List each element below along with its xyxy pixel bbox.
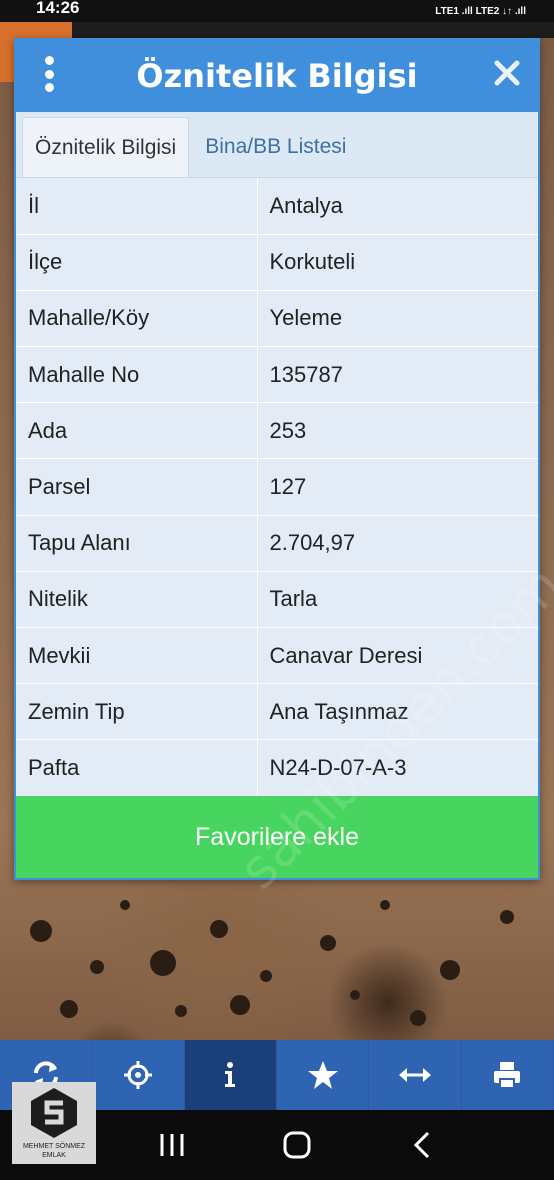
table-row: Zemin Tip Ana Taşınmaz (16, 683, 538, 741)
add-favorite-button[interactable]: Favorilere ekle (16, 796, 538, 878)
row-value: 127 (257, 458, 538, 516)
row-key: Tapu Alanı (16, 515, 258, 572)
print-button[interactable] (462, 1040, 554, 1110)
attribute-info-dialog: Öznitelik Bilgisi Öznitelik Bilgisi Bina… (14, 38, 540, 880)
dialog-title: Öznitelik Bilgisi (136, 57, 418, 95)
row-value: Antalya (257, 178, 538, 235)
row-key: Mahalle No (16, 346, 258, 404)
locate-icon (123, 1061, 152, 1089)
row-value: Tarla (257, 571, 538, 629)
row-value: Canavar Deresi (257, 627, 538, 685)
row-key: Mahalle/Köy (16, 290, 258, 348)
favorites-button[interactable] (277, 1040, 370, 1110)
table-row: Parsel 127 (16, 458, 538, 516)
row-key: Ada (16, 402, 258, 460)
status-bar: 14:26 LTE1 .ıll LTE2 ↓↑ .ıll (0, 0, 554, 22)
info-icon (225, 1062, 236, 1087)
back-button[interactable] (402, 1125, 442, 1165)
row-key: Mevkii (16, 627, 258, 685)
table-row: Mahalle No 135787 (16, 346, 538, 404)
dialog-header: Öznitelik Bilgisi (16, 40, 538, 112)
table-row: İlçe Korkuteli (16, 234, 538, 291)
table-row: Mevkii Canavar Deresi (16, 627, 538, 685)
row-key: Nitelik (16, 571, 258, 629)
map-top-strip (72, 22, 554, 38)
row-key: Pafta (16, 739, 258, 797)
row-value: Ana Taşınmaz (257, 683, 538, 741)
row-value: Korkuteli (257, 234, 538, 291)
brand-s-logo-icon (31, 1088, 77, 1138)
tab-attribute-info[interactable]: Öznitelik Bilgisi (22, 117, 190, 177)
table-row: Ada 253 (16, 402, 538, 460)
attribute-table: İl Antalya İlçe Korkuteli Mahalle/Köy Yelem… (16, 178, 538, 797)
row-value: 135787 (257, 346, 538, 404)
recent-apps-button[interactable] (152, 1125, 192, 1165)
table-row: Tapu Alanı 2.704,97 (16, 515, 538, 572)
home-icon (283, 1131, 311, 1159)
row-value: 2.704,97 (257, 515, 538, 572)
tab-bar: Öznitelik Bilgisi Bina/BB Listesi (16, 112, 538, 178)
row-key: İlçe (16, 234, 258, 291)
row-key: İl (16, 178, 258, 235)
tab-building-list[interactable]: Bina/BB Listesi (189, 117, 358, 177)
table-row: Nitelik Tarla (16, 571, 538, 629)
brand-logo: MEHMET SÖNMEZ EMLAK (12, 1082, 96, 1164)
close-icon[interactable] (494, 60, 520, 86)
measure-button[interactable] (369, 1040, 462, 1110)
star-icon (307, 1061, 338, 1089)
clock: 14:26 (36, 0, 80, 17)
row-value: N24-D-07-A-3 (257, 739, 538, 797)
row-value: 253 (257, 402, 538, 460)
table-row: Pafta N24-D-07-A-3 (16, 739, 538, 797)
home-button[interactable] (277, 1125, 317, 1165)
info-button[interactable] (184, 1040, 277, 1110)
table-row: İl Antalya (16, 178, 538, 235)
print-icon (494, 1062, 521, 1089)
back-icon (413, 1131, 429, 1159)
more-vert-icon[interactable] (42, 56, 56, 92)
row-key: Zemin Tip (16, 683, 258, 741)
measure-icon (398, 1068, 431, 1082)
signal-indicators: LTE1 .ıll LTE2 ↓↑ .ıll (435, 5, 526, 17)
locate-button[interactable] (92, 1040, 185, 1110)
row-key: Parsel (16, 458, 258, 516)
table-row: Mahalle/Köy Yeleme (16, 290, 538, 348)
row-value: Yeleme (257, 290, 538, 348)
recent-apps-icon (160, 1134, 184, 1156)
brand-name: MEHMET SÖNMEZ EMLAK (22, 1143, 86, 1159)
